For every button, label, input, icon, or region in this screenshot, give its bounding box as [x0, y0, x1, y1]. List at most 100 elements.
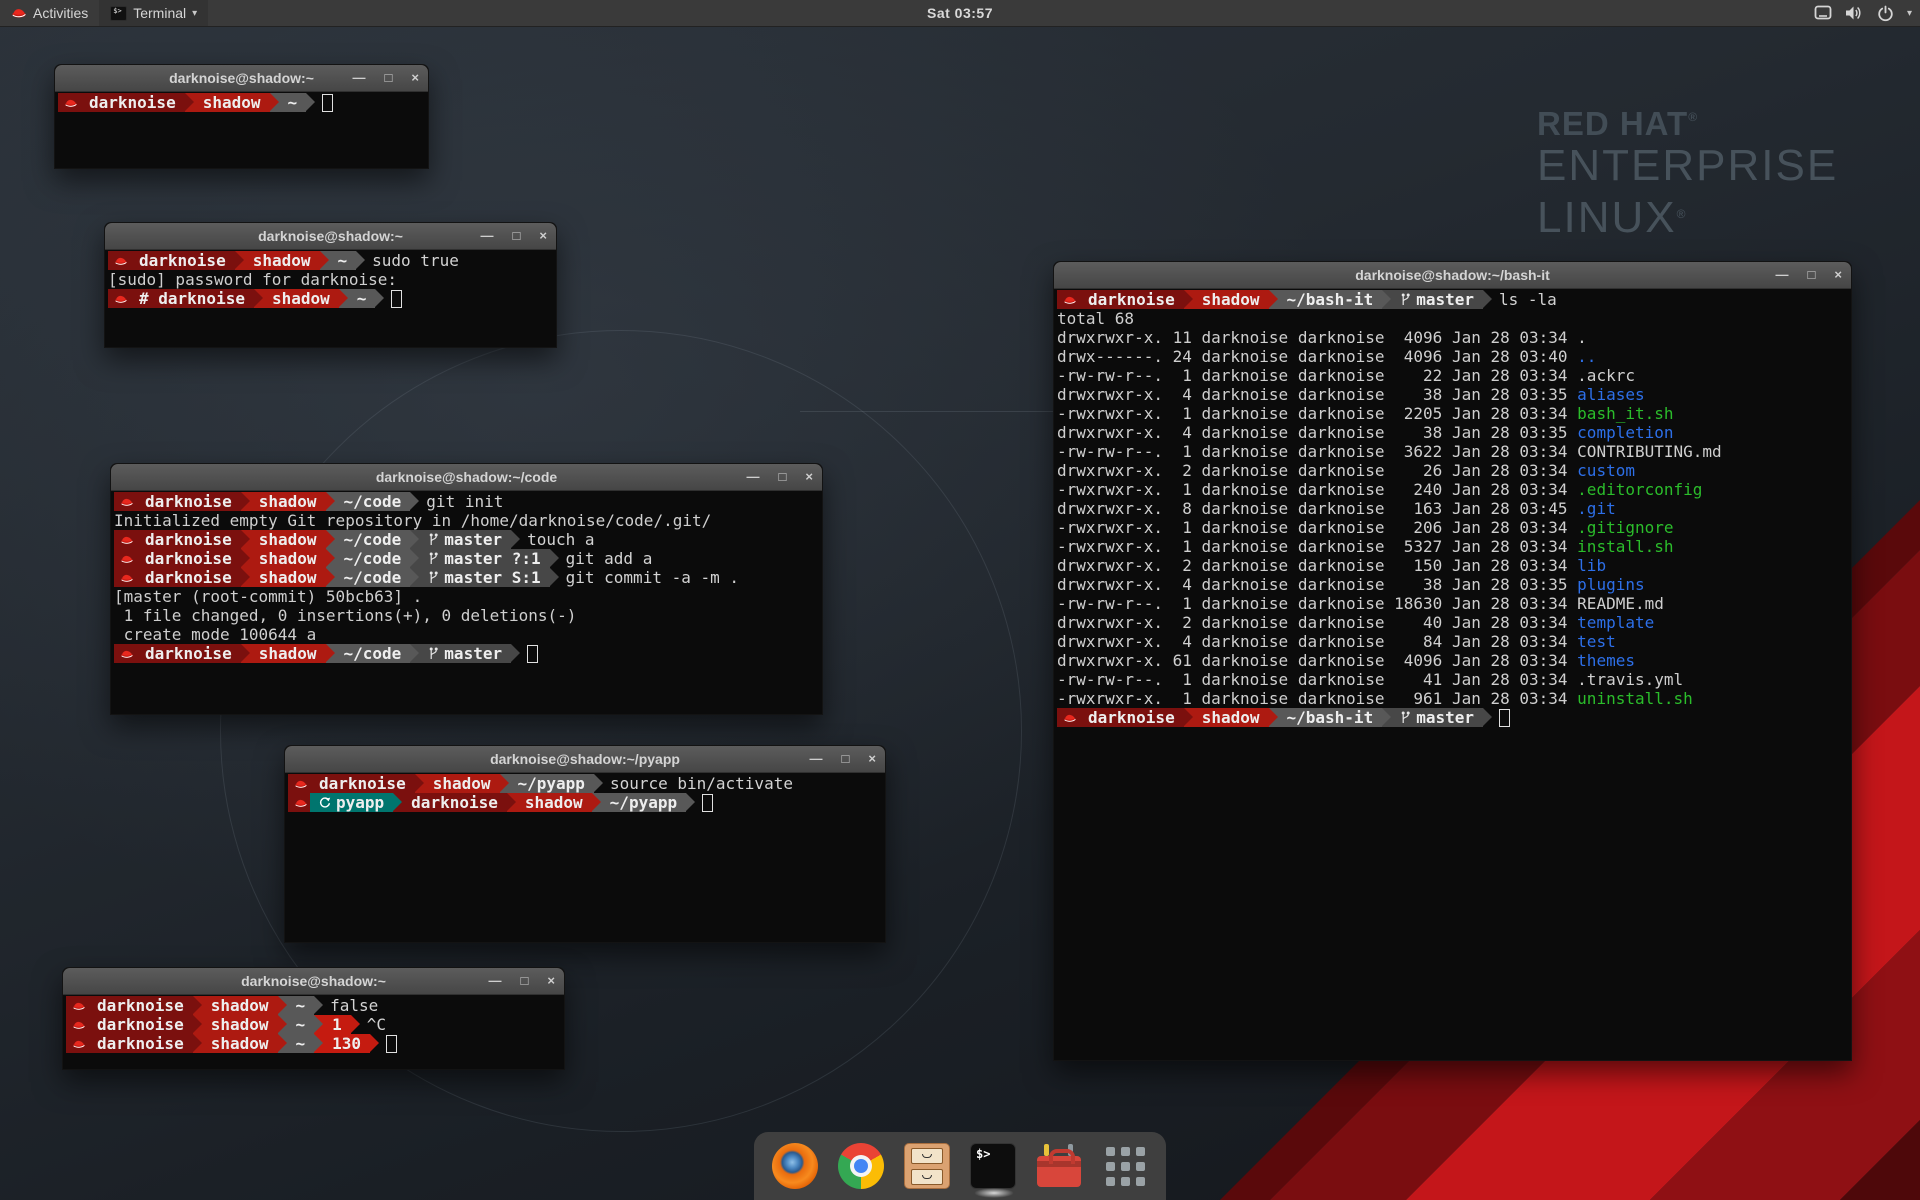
minimize-button[interactable]: —: [489, 968, 502, 994]
prompt-segment-host: shadow: [202, 996, 278, 1015]
terminal-screen[interactable]: darknoiseshadow~/pyappsource bin/activat…: [285, 773, 885, 813]
prompt-segment-host: shadow: [263, 289, 339, 308]
powerline-separator: [326, 549, 335, 568]
terminal-screen[interactable]: darknoiseshadow~/bash-itmasterls -latota…: [1054, 289, 1851, 728]
dock-item-chrome[interactable]: [838, 1143, 884, 1189]
activities-button[interactable]: Activities: [0, 0, 99, 26]
window-controls: — □ ×: [810, 746, 876, 772]
file-row: -rw-rw-r--. 1 darknoise darknoise 18630 …: [1057, 594, 1848, 613]
file-meta: -rw-rw-r--. 1 darknoise darknoise 18630 …: [1057, 594, 1577, 613]
dock-item-toolbox[interactable]: [1036, 1143, 1082, 1189]
file-name: lib: [1577, 556, 1606, 575]
window-titlebar[interactable]: darknoise@shadow:~—□×: [55, 65, 428, 92]
drawer-icon: [911, 1169, 943, 1185]
prompt-segment-user: darknoise: [136, 644, 241, 663]
minimize-button[interactable]: —: [481, 223, 494, 249]
file-name: bash_it.sh: [1577, 404, 1673, 423]
file-row: -rw-rw-r--. 1 darknoise darknoise 3622 J…: [1057, 442, 1848, 461]
command-text: ls -la: [1499, 290, 1557, 309]
powerline-separator: [185, 93, 194, 112]
prompt-segment-path: ~: [287, 1015, 315, 1034]
close-button[interactable]: ×: [1834, 262, 1842, 288]
window-titlebar[interactable]: darknoise@shadow:~/bash-it—□×: [1054, 262, 1851, 289]
maximize-button[interactable]: □: [1808, 262, 1816, 288]
prompt-hat-segment: [66, 1034, 88, 1053]
powerline-separator: [278, 1034, 287, 1053]
output-text: [master (root-commit) 50bcb63] .: [114, 587, 422, 606]
prompt-segment-user: darknoise: [1079, 290, 1184, 309]
powerline-separator: [241, 530, 250, 549]
minimize-button[interactable]: —: [353, 65, 366, 91]
prompt-segment-user: darknoise: [88, 1015, 193, 1034]
dock-item-terminal[interactable]: $>: [970, 1143, 1016, 1189]
maximize-button[interactable]: □: [842, 746, 850, 772]
powerline-separator: [1382, 290, 1391, 309]
file-meta: drwxrwxr-x. 11 darknoise darknoise 4096 …: [1057, 328, 1577, 347]
powerline-separator: [235, 251, 244, 270]
powerline-separator: [410, 549, 419, 568]
terminal-screen[interactable]: darknoiseshadow~sudo true[sudo] password…: [105, 250, 556, 309]
close-button[interactable]: ×: [547, 968, 555, 994]
close-button[interactable]: ×: [411, 65, 419, 91]
window-titlebar[interactable]: darknoise@shadow:~/pyapp — □ ×: [285, 746, 885, 773]
output-text: [sudo] password for darknoise:: [108, 270, 397, 289]
file-row: -rwxrwxr-x. 1 darknoise darknoise 240 Ja…: [1057, 480, 1848, 499]
git-branch-icon: [428, 646, 439, 660]
powerline-separator: [507, 793, 516, 812]
powerline-separator: [511, 530, 520, 549]
window-titlebar[interactable]: darknoise@shadow:~—□×: [105, 223, 556, 250]
prompt-segment-git: master: [419, 644, 511, 663]
maximize-button[interactable]: □: [521, 968, 529, 994]
dock-item-app-grid[interactable]: [1102, 1143, 1148, 1189]
app-menu-label: Terminal: [133, 5, 186, 21]
powerline-separator: [500, 774, 509, 793]
prompt-segment-git: master: [1391, 708, 1483, 727]
powerline-separator: [1483, 708, 1492, 727]
close-button[interactable]: ×: [868, 746, 876, 772]
prompt-hat-segment: [288, 793, 310, 812]
minimize-button[interactable]: —: [810, 746, 823, 772]
red-hat-icon: [114, 256, 128, 267]
powerline-separator: [314, 1015, 323, 1034]
powerline-separator: [241, 644, 250, 663]
system-status-area[interactable]: ▾: [1814, 0, 1912, 26]
terminal-window: darknoise@shadow:~—□×darknoiseshadow~sud…: [104, 222, 557, 348]
prompt-line: darknoiseshadow~130: [66, 1034, 561, 1053]
command-text: touch a: [527, 530, 594, 549]
close-button[interactable]: ×: [539, 223, 547, 249]
minimize-button[interactable]: —: [747, 464, 760, 490]
dock-item-firefox[interactable]: [772, 1143, 818, 1189]
prompt-line: darknoiseshadow~/codemaster S:1git commi…: [114, 568, 819, 587]
window-title: darknoise@shadow:~/pyapp: [490, 751, 680, 767]
maximize-button[interactable]: □: [779, 464, 787, 490]
activities-label: Activities: [33, 5, 88, 21]
prompt-segment-path: ~: [287, 996, 315, 1015]
powerline-separator: [351, 1015, 360, 1034]
prompt-segment-user: darknoise: [136, 492, 241, 511]
file-meta: drwxrwxr-x. 2 darknoise darknoise 150 Ja…: [1057, 556, 1577, 575]
app-menu-button[interactable]: $> Terminal ▾: [99, 0, 208, 26]
file-meta: -rw-rw-r--. 1 darknoise darknoise 22 Jan…: [1057, 366, 1577, 385]
file-name: .: [1577, 328, 1587, 347]
prompt-line: darknoiseshadow~: [58, 93, 425, 112]
close-button[interactable]: ×: [805, 464, 813, 490]
powerline-separator: [410, 492, 419, 511]
minimize-button[interactable]: —: [1776, 262, 1789, 288]
file-row: drwxrwxr-x. 4 darknoise darknoise 38 Jan…: [1057, 575, 1848, 594]
window-titlebar[interactable]: darknoise@shadow:~/code—□×: [111, 464, 822, 491]
terminal-screen[interactable]: darknoiseshadow~: [55, 92, 428, 113]
maximize-button[interactable]: □: [385, 65, 393, 91]
window-titlebar[interactable]: darknoise@shadow:~—□×: [63, 968, 564, 995]
powerline-separator: [241, 549, 250, 568]
maximize-button[interactable]: □: [513, 223, 521, 249]
prompt-segment-user: darknoise: [88, 996, 193, 1015]
terminal-screen[interactable]: darknoiseshadow~falsedarknoiseshadow~1^C…: [63, 995, 564, 1054]
terminal-screen[interactable]: darknoiseshadow~/codegit initInitialized…: [111, 491, 822, 664]
power-icon: [1877, 5, 1894, 22]
file-meta: -rwxrwxr-x. 1 darknoise darknoise 961 Ja…: [1057, 689, 1577, 708]
terminal-window: darknoise@shadow:~—□×darknoiseshadow~: [54, 64, 429, 169]
prompt-segment-host: shadow: [516, 793, 592, 812]
dock-item-files[interactable]: [904, 1143, 950, 1189]
red-hat-icon: [120, 497, 134, 508]
clock[interactable]: Sat 03:57: [927, 5, 993, 21]
